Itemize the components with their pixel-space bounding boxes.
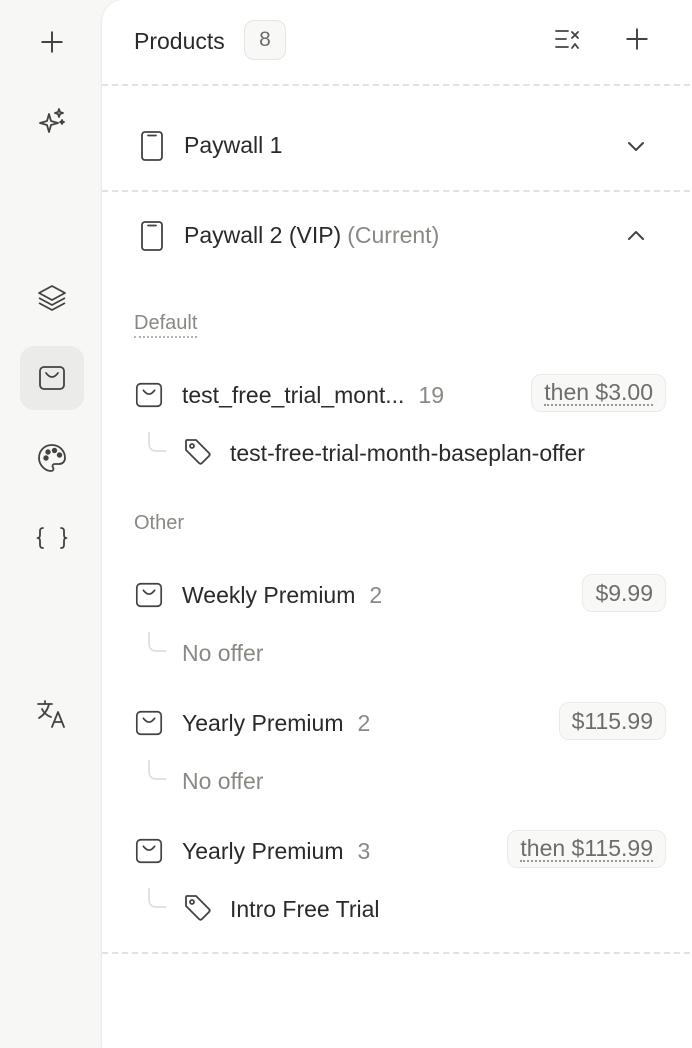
- products-panel: Products 8 Paywall 1 Paywall 2 (VIP) (Cu…: [102, 0, 692, 1048]
- divider: [102, 952, 690, 954]
- phone-icon: [138, 130, 166, 162]
- group-label-other: Other: [134, 512, 185, 534]
- theme-button[interactable]: [20, 426, 84, 490]
- price-badge: then $3.00: [531, 374, 666, 412]
- product-name: Yearly Premium 3: [182, 838, 371, 864]
- palette-icon: [36, 442, 68, 474]
- page-title: Products: [134, 28, 225, 54]
- tag-icon: [182, 892, 214, 924]
- products-button[interactable]: [20, 346, 84, 410]
- product-count: 2: [357, 710, 371, 736]
- ai-assistant-button[interactable]: [20, 90, 84, 154]
- translate-icon: [35, 697, 69, 731]
- product-row[interactable]: Yearly Premium 3 then $115.99: [102, 824, 690, 880]
- product-row[interactable]: Weekly Premium 2 $9.99: [102, 568, 690, 624]
- current-label: (Current): [347, 222, 440, 248]
- chevron-down-icon[interactable]: [622, 132, 650, 160]
- divider: [102, 190, 690, 192]
- tree-connector: [148, 888, 166, 908]
- product-name: Yearly Premium 2: [182, 710, 371, 736]
- offer-name: test-free-trial-month-baseplan-offer: [230, 440, 585, 466]
- no-offer-label: No offer: [182, 640, 264, 666]
- paywall-name: Paywall 1: [184, 132, 283, 158]
- localization-button[interactable]: [20, 682, 84, 746]
- product-row[interactable]: test_free_trial_mont... 19 then $3.00: [102, 368, 690, 424]
- shopping-bag-icon: [134, 580, 164, 610]
- group-label-default: Default: [134, 312, 198, 338]
- variables-button[interactable]: [20, 506, 84, 570]
- tree-connector: [148, 760, 166, 780]
- layers-button[interactable]: [20, 266, 84, 330]
- shopping-bag-icon: [134, 836, 164, 866]
- panel-header: Products 8: [102, 0, 690, 84]
- layers-icon: [36, 282, 68, 314]
- offer-row[interactable]: Intro Free Trial: [102, 886, 690, 932]
- chevron-up-icon[interactable]: [622, 222, 650, 250]
- product-name: test_free_trial_mont... 19: [182, 382, 445, 408]
- price-badge: $115.99: [558, 702, 666, 740]
- sort-icon: [553, 25, 581, 58]
- paywall-name: Paywall 2 (VIP) (Current): [184, 222, 440, 248]
- offer-row: No offer: [102, 630, 690, 676]
- price-badge: $9.99: [582, 574, 666, 612]
- product-name: Weekly Premium 2: [182, 582, 383, 608]
- tree-connector: [148, 632, 166, 652]
- products-count-badge: 8: [244, 20, 286, 60]
- product-count: 2: [369, 582, 383, 608]
- braces-icon: [35, 522, 69, 554]
- product-count: 3: [357, 838, 371, 864]
- plus-icon: [39, 29, 65, 55]
- shopping-bag-icon: [36, 362, 68, 394]
- paywall-row-1[interactable]: Paywall 1: [102, 110, 690, 180]
- shopping-bag-icon: [134, 708, 164, 738]
- sort-button[interactable]: [550, 24, 584, 58]
- plus-icon: [624, 26, 650, 57]
- add-button[interactable]: [20, 10, 84, 74]
- no-offer-label: No offer: [182, 768, 264, 794]
- product-count: 19: [418, 382, 445, 408]
- shopping-bag-icon: [134, 380, 164, 410]
- add-product-button[interactable]: [620, 24, 654, 58]
- paywall-row-2[interactable]: Paywall 2 (VIP) (Current): [102, 200, 690, 270]
- offer-row: No offer: [102, 758, 690, 804]
- sparkles-icon: [36, 106, 68, 138]
- price-badge: then $115.99: [507, 830, 666, 868]
- product-row[interactable]: Yearly Premium 2 $115.99: [102, 696, 690, 752]
- tree-connector: [148, 432, 166, 452]
- tag-icon: [182, 436, 214, 468]
- phone-icon: [138, 220, 166, 252]
- offer-name: Intro Free Trial: [230, 896, 380, 922]
- offer-row[interactable]: test-free-trial-month-baseplan-offer: [102, 430, 690, 476]
- left-rail: [0, 0, 102, 1048]
- divider: [102, 84, 690, 86]
